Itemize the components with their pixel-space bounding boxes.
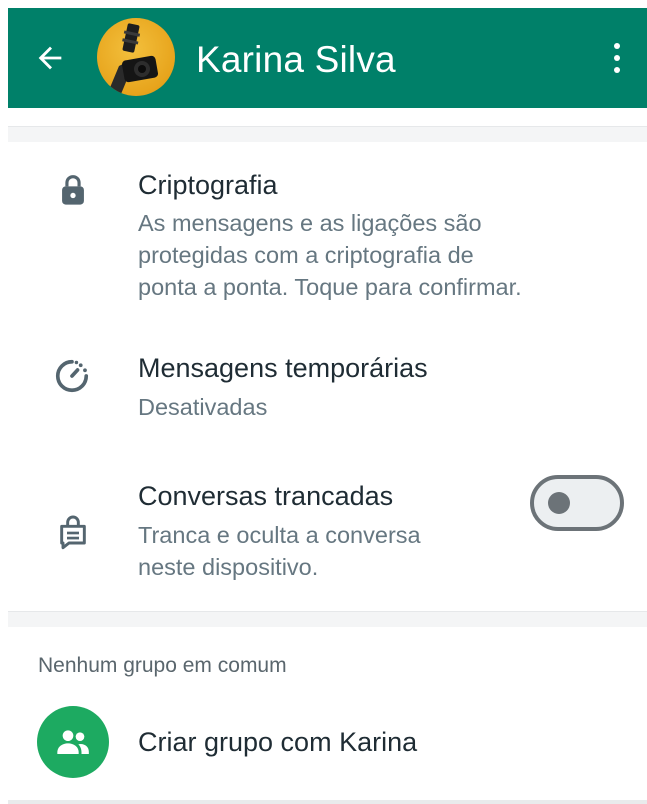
encryption-subtitle-line-1: As mensagens e as ligações são xyxy=(138,210,482,236)
chat-lock-subtitle-line-2: neste dispositivo. xyxy=(138,554,319,580)
timer-icon xyxy=(52,356,92,396)
chat-lock-subtitle-line-1: Tranca e oculta a conversa xyxy=(138,522,421,548)
contact-name[interactable]: Karina Silva xyxy=(196,38,396,82)
avatar-camera-image xyxy=(109,23,159,94)
disappearing-messages-status: Desativadas xyxy=(138,394,268,420)
avatar[interactable] xyxy=(97,18,175,96)
encryption-title: Criptografia xyxy=(138,170,278,200)
section-divider xyxy=(8,611,647,627)
arrow-left-icon xyxy=(38,46,62,70)
chat-lock-icon xyxy=(55,510,91,552)
more-vertical-icon xyxy=(614,43,620,49)
back-button[interactable] xyxy=(30,38,70,78)
toggle-knob xyxy=(548,492,570,514)
common-groups-header: Nenhum grupo em comum xyxy=(38,654,287,677)
encryption-subtitle-line-2: protegidas com a criptografia de xyxy=(138,242,474,268)
disappearing-messages-title: Mensagens temporárias xyxy=(138,353,428,383)
chat-lock-toggle[interactable] xyxy=(530,475,624,531)
create-group-button[interactable] xyxy=(37,706,109,778)
create-group-label: Criar grupo com Karina xyxy=(138,727,418,757)
more-options-button[interactable] xyxy=(605,38,629,78)
bottom-divider xyxy=(8,800,647,804)
section-divider xyxy=(8,126,647,142)
lock-icon xyxy=(55,172,91,208)
chat-lock-title: Conversas trancadas xyxy=(138,481,394,511)
contact-info-screen: Karina Silva Criptografia As mensagens e… xyxy=(0,0,647,804)
group-icon xyxy=(57,730,89,754)
app-bar: Karina Silva xyxy=(8,8,647,108)
encryption-subtitle-line-3: ponta a ponta. Toque para confirmar. xyxy=(138,274,522,300)
